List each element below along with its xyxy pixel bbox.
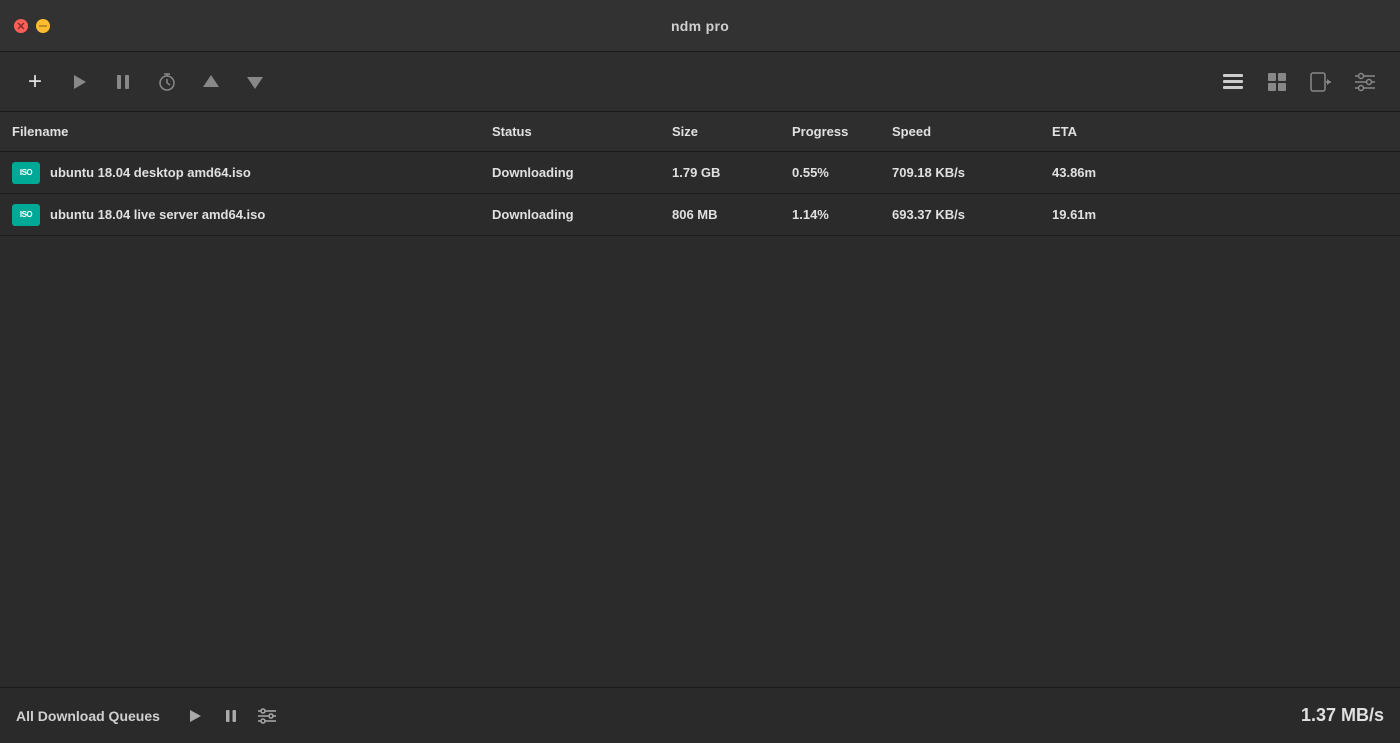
eta-cell: 19.61m xyxy=(1052,207,1388,222)
toolbar-right xyxy=(1214,63,1384,101)
filename: ubuntu 18.04 desktop amd64.iso xyxy=(50,165,251,180)
queue-label: All Download Queues xyxy=(16,708,160,724)
filename-cell: ISO ubuntu 18.04 desktop amd64.iso xyxy=(12,162,492,184)
table-body: ISO ubuntu 18.04 desktop amd64.iso Downl… xyxy=(0,152,1400,687)
table-row[interactable]: ISO ubuntu 18.04 desktop amd64.iso Downl… xyxy=(0,152,1400,194)
add-button[interactable]: + xyxy=(16,63,54,101)
title-bar: ndm pro xyxy=(0,0,1400,52)
col-header-progress: Progress xyxy=(792,124,892,139)
move-down-button[interactable] xyxy=(236,63,274,101)
grid-view-button[interactable] xyxy=(1258,63,1296,101)
status-play-button[interactable] xyxy=(180,701,210,731)
status-pause-button[interactable] xyxy=(216,701,246,731)
table-row[interactable]: ISO ubuntu 18.04 live server amd64.iso D… xyxy=(0,194,1400,236)
col-header-filename: Filename xyxy=(12,124,492,139)
filename: ubuntu 18.04 live server amd64.iso xyxy=(50,207,265,222)
toolbar: + xyxy=(0,52,1400,112)
col-header-speed: Speed xyxy=(892,124,1052,139)
status-cell: Downloading xyxy=(492,165,672,180)
col-header-status: Status xyxy=(492,124,672,139)
move-up-button[interactable] xyxy=(192,63,230,101)
export-button[interactable] xyxy=(1302,63,1340,101)
close-button[interactable] xyxy=(14,19,28,33)
play-button[interactable] xyxy=(60,63,98,101)
eta-cell: 43.86m xyxy=(1052,165,1388,180)
status-cell: Downloading xyxy=(492,207,672,222)
minimize-button[interactable] xyxy=(36,19,50,33)
col-header-eta: ETA xyxy=(1052,124,1388,139)
pause-button[interactable] xyxy=(104,63,142,101)
table-header: Filename Status Size Progress Speed ETA xyxy=(0,112,1400,152)
status-controls xyxy=(180,701,282,731)
total-speed: 1.37 MB/s xyxy=(1301,705,1384,726)
filename-cell: ISO ubuntu 18.04 live server amd64.iso xyxy=(12,204,492,226)
settings-button[interactable] xyxy=(1346,63,1384,101)
speed-cell: 693.37 KB/s xyxy=(892,207,1052,222)
timer-button[interactable] xyxy=(148,63,186,101)
file-icon: ISO xyxy=(12,204,40,226)
main-content: Filename Status Size Progress Speed ETA … xyxy=(0,112,1400,687)
progress-cell: 1.14% xyxy=(792,207,892,222)
speed-cell: 709.18 KB/s xyxy=(892,165,1052,180)
progress-cell: 0.55% xyxy=(792,165,892,180)
window-controls xyxy=(14,19,50,33)
col-header-size: Size xyxy=(672,124,792,139)
status-bar: All Download Queues 1.37 xyxy=(0,687,1400,743)
window-title: ndm pro xyxy=(671,18,729,34)
status-settings-button[interactable] xyxy=(252,701,282,731)
toolbar-left: + xyxy=(16,63,1208,101)
list-view-button[interactable] xyxy=(1214,63,1252,101)
size-cell: 1.79 GB xyxy=(672,165,792,180)
file-icon: ISO xyxy=(12,162,40,184)
size-cell: 806 MB xyxy=(672,207,792,222)
